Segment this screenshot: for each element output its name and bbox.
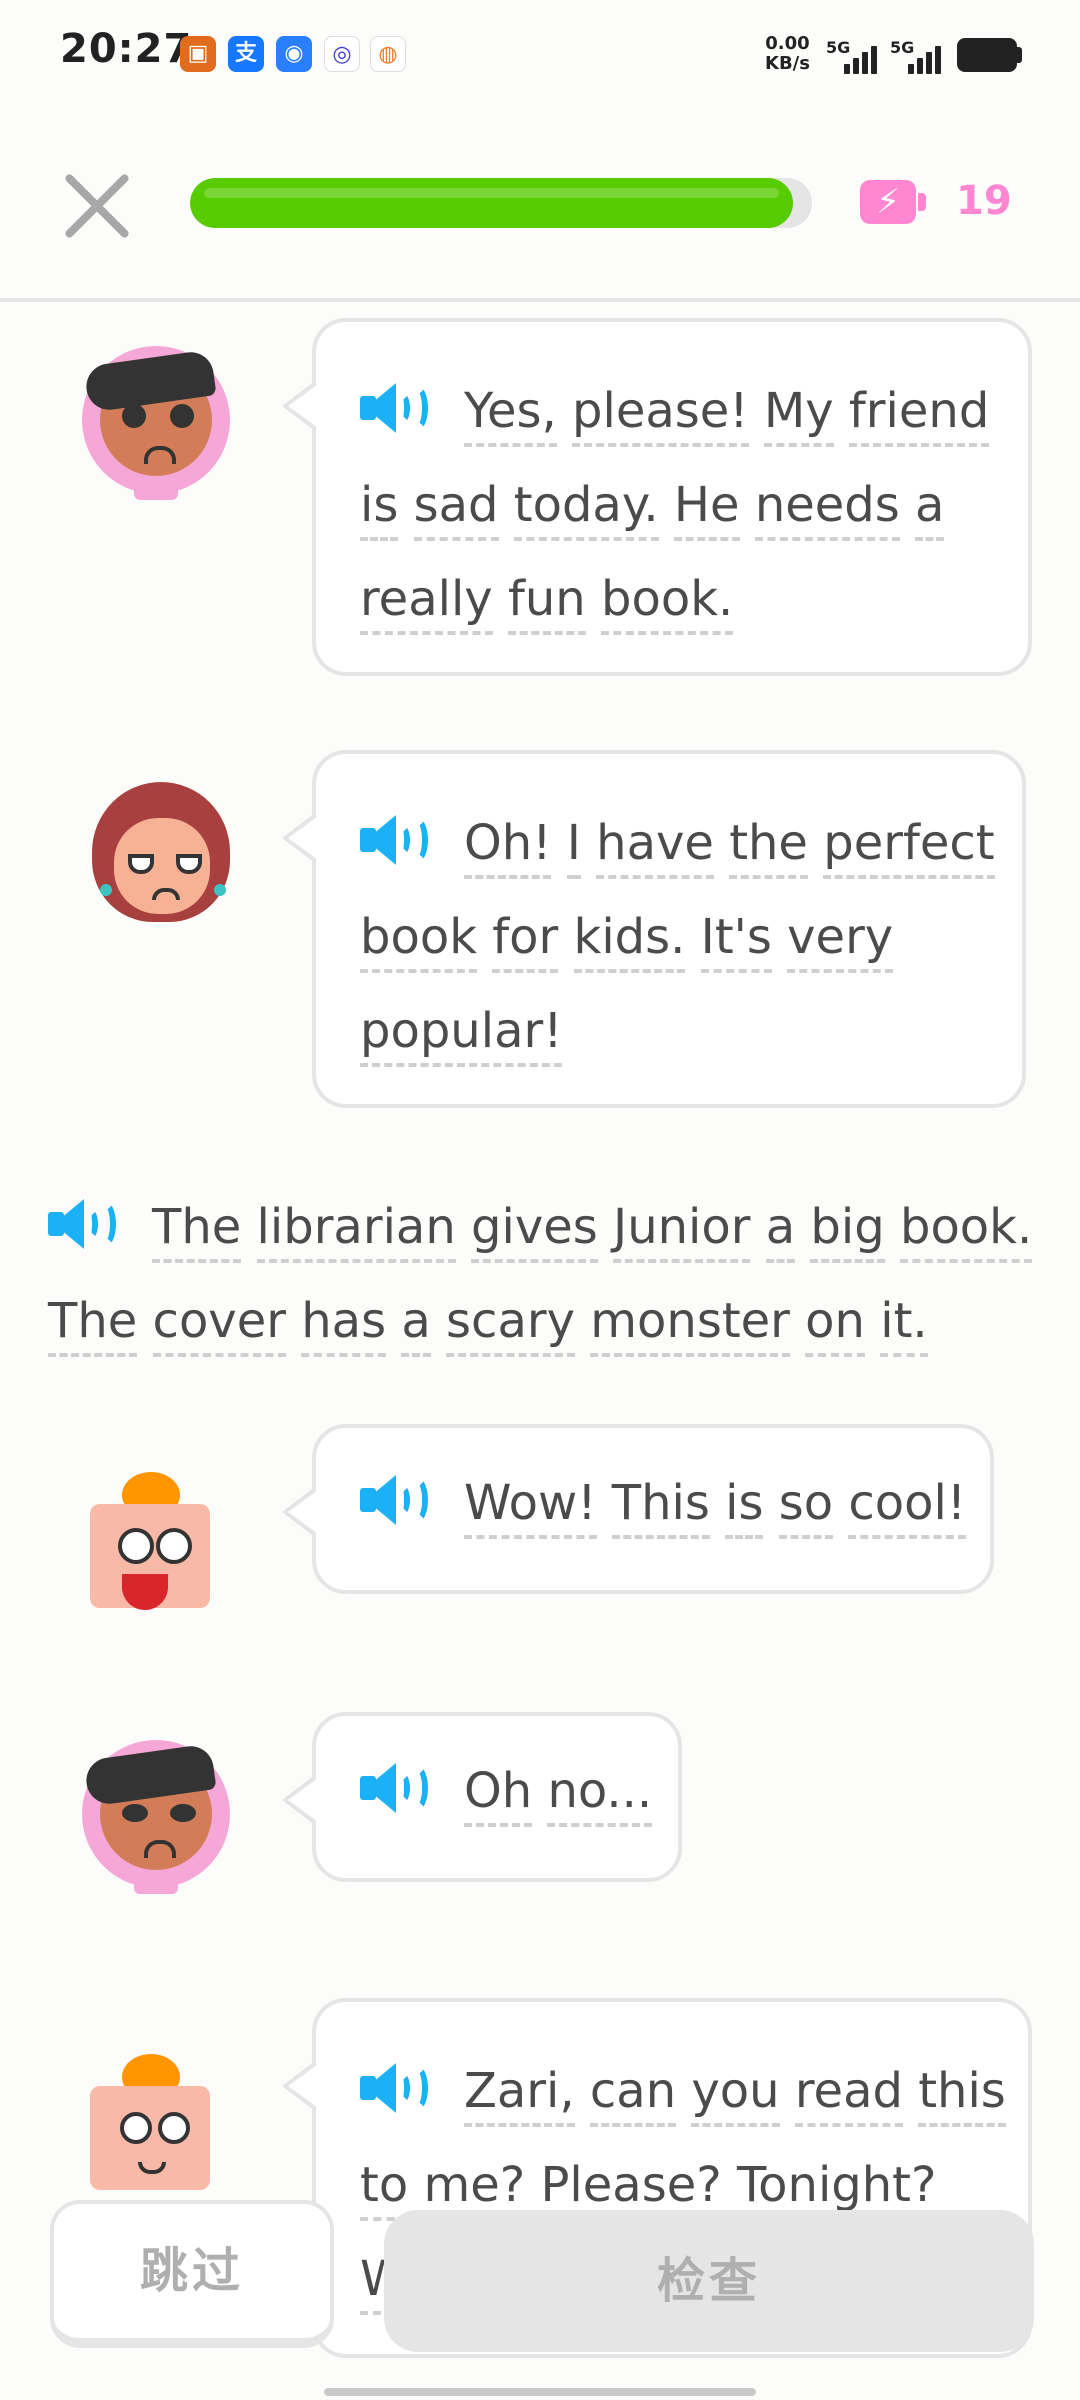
dialogue-word[interactable]: to <box>360 2157 409 2221</box>
dialogue-word[interactable]: This <box>611 1475 710 1539</box>
dialogue-word[interactable]: book <box>360 909 477 973</box>
dialogue-word[interactable]: Oh <box>464 1763 533 1827</box>
avatar-junior <box>76 1464 226 1614</box>
dialogue-word[interactable]: My <box>763 383 834 447</box>
dialogue-word[interactable]: scary <box>446 1293 575 1357</box>
dialogue-word[interactable]: cover <box>152 1293 286 1357</box>
avatar-librarian <box>86 776 236 926</box>
dialogue-word[interactable]: a <box>765 1199 796 1263</box>
dialogue-word[interactable]: very <box>787 909 894 973</box>
dialogue-word[interactable]: Wow! <box>464 1475 597 1539</box>
speaker-icon[interactable] <box>360 1763 434 1813</box>
dialogue-word[interactable]: monster <box>590 1293 790 1357</box>
app-icon-1: ▣ <box>180 36 216 72</box>
avatar-zari <box>82 1740 232 1894</box>
speaker-icon[interactable] <box>360 1475 434 1525</box>
close-icon[interactable] <box>58 168 134 244</box>
app-icon-3: ◉ <box>276 36 312 72</box>
network-speed-unit: KB/s <box>765 53 810 74</box>
dialogue-word[interactable]: popular! <box>360 1003 563 1067</box>
dialogue-word[interactable]: has <box>301 1293 387 1357</box>
dialogue-word[interactable]: on <box>805 1293 865 1357</box>
speech-bubble: Oh no... <box>282 1712 682 1882</box>
dialogue-word[interactable]: no... <box>547 1763 653 1827</box>
dialogue-word[interactable]: this <box>918 2063 1006 2127</box>
lesson-progress-fill <box>190 178 794 228</box>
dialogue-word[interactable]: fun <box>507 571 586 635</box>
status-time: 20:27 <box>60 26 193 72</box>
network-speed: 0.00 KB/s <box>765 34 810 74</box>
dialogue-word[interactable]: The <box>152 1199 242 1263</box>
dialogue-word[interactable]: the <box>729 815 808 879</box>
app-icon-5: ◍ <box>370 36 406 72</box>
energy-icon[interactable]: ⚡ <box>860 180 926 224</box>
dialogue-word[interactable]: The <box>48 1293 138 1357</box>
dialogue-word[interactable]: book. <box>899 1199 1033 1263</box>
speech-bubble: Wow! This is so cool! <box>282 1424 994 1594</box>
dialogue-word[interactable]: gives <box>471 1199 598 1263</box>
dialogue-word[interactable]: so <box>778 1475 834 1539</box>
dialogue-word[interactable]: read <box>794 2063 903 2127</box>
skip-button[interactable]: 跳过 <box>50 2200 334 2348</box>
dialogue-word[interactable]: Junior <box>613 1199 751 1263</box>
dialogue-word[interactable]: for <box>492 909 559 973</box>
dialogue-word[interactable]: can <box>589 2063 677 2127</box>
dialogue-word[interactable]: He <box>673 477 740 541</box>
dialogue-word[interactable]: kids. <box>573 909 686 973</box>
dialogue-word[interactable]: a <box>401 1293 431 1357</box>
speaker-icon[interactable] <box>360 383 434 433</box>
speech-bubble: Oh! I have the perfect book for kids. It… <box>282 750 1026 1108</box>
dialogue-word[interactable]: big <box>810 1199 885 1263</box>
dialogue-word[interactable]: have <box>596 815 714 879</box>
app-icon-4: ◎ <box>324 36 360 72</box>
dialogue-word[interactable]: Zari, <box>464 2063 575 2127</box>
dialogue-word[interactable]: you <box>691 2063 780 2127</box>
dialogue-word[interactable]: a <box>915 477 945 541</box>
dialogue-word[interactable]: really <box>360 571 493 635</box>
dialogue-word[interactable]: It's <box>700 909 772 973</box>
dialogue-word[interactable]: Yes, <box>464 383 557 447</box>
speaker-icon[interactable] <box>360 2063 434 2113</box>
narration: The librarian gives Junior a big book. T… <box>48 1180 1048 1368</box>
dialogue-word[interactable]: sad <box>413 477 499 541</box>
dialogue-word[interactable]: needs <box>754 477 900 541</box>
avatar-zari <box>82 346 232 500</box>
dialogue-word[interactable]: today. <box>513 477 659 541</box>
dialogue-word[interactable]: book. <box>600 571 734 635</box>
signal-2-icon <box>904 40 944 74</box>
dialogue-word[interactable]: Oh! <box>464 815 552 879</box>
energy-count: 19 <box>956 178 1012 224</box>
dialogue-word[interactable]: is <box>360 477 399 541</box>
dialogue-word[interactable]: perfect <box>823 815 995 879</box>
home-indicator[interactable] <box>324 2388 756 2396</box>
battery-icon <box>957 38 1017 72</box>
signal-1-icon <box>840 40 880 74</box>
status-bar: 20:27 ▣ 支 ◉ ◎ ◍ 0.00 KB/s 5G 5G <box>0 0 1080 110</box>
header-divider <box>0 298 1080 302</box>
dialogue-word[interactable]: friend <box>848 383 990 447</box>
dialogue-word[interactable]: please! <box>572 383 749 447</box>
alipay-icon: 支 <box>228 36 264 72</box>
dialogue-word[interactable]: it. <box>880 1293 928 1357</box>
dialogue-word[interactable]: librarian <box>256 1199 456 1263</box>
speaker-icon[interactable] <box>48 1199 122 1249</box>
dialogue-word[interactable]: is <box>725 1475 764 1539</box>
dialogue-word[interactable]: I <box>566 815 581 879</box>
dialogue-word[interactable]: cool! <box>848 1475 967 1539</box>
check-button[interactable]: 检查 <box>384 2210 1034 2352</box>
speaker-icon[interactable] <box>360 815 434 865</box>
network-speed-value: 0.00 <box>765 33 810 54</box>
avatar-junior <box>76 2046 226 2196</box>
speech-bubble: Yes, please! My friend is sad today. He … <box>282 318 1032 676</box>
lesson-progress-bar <box>190 178 812 228</box>
